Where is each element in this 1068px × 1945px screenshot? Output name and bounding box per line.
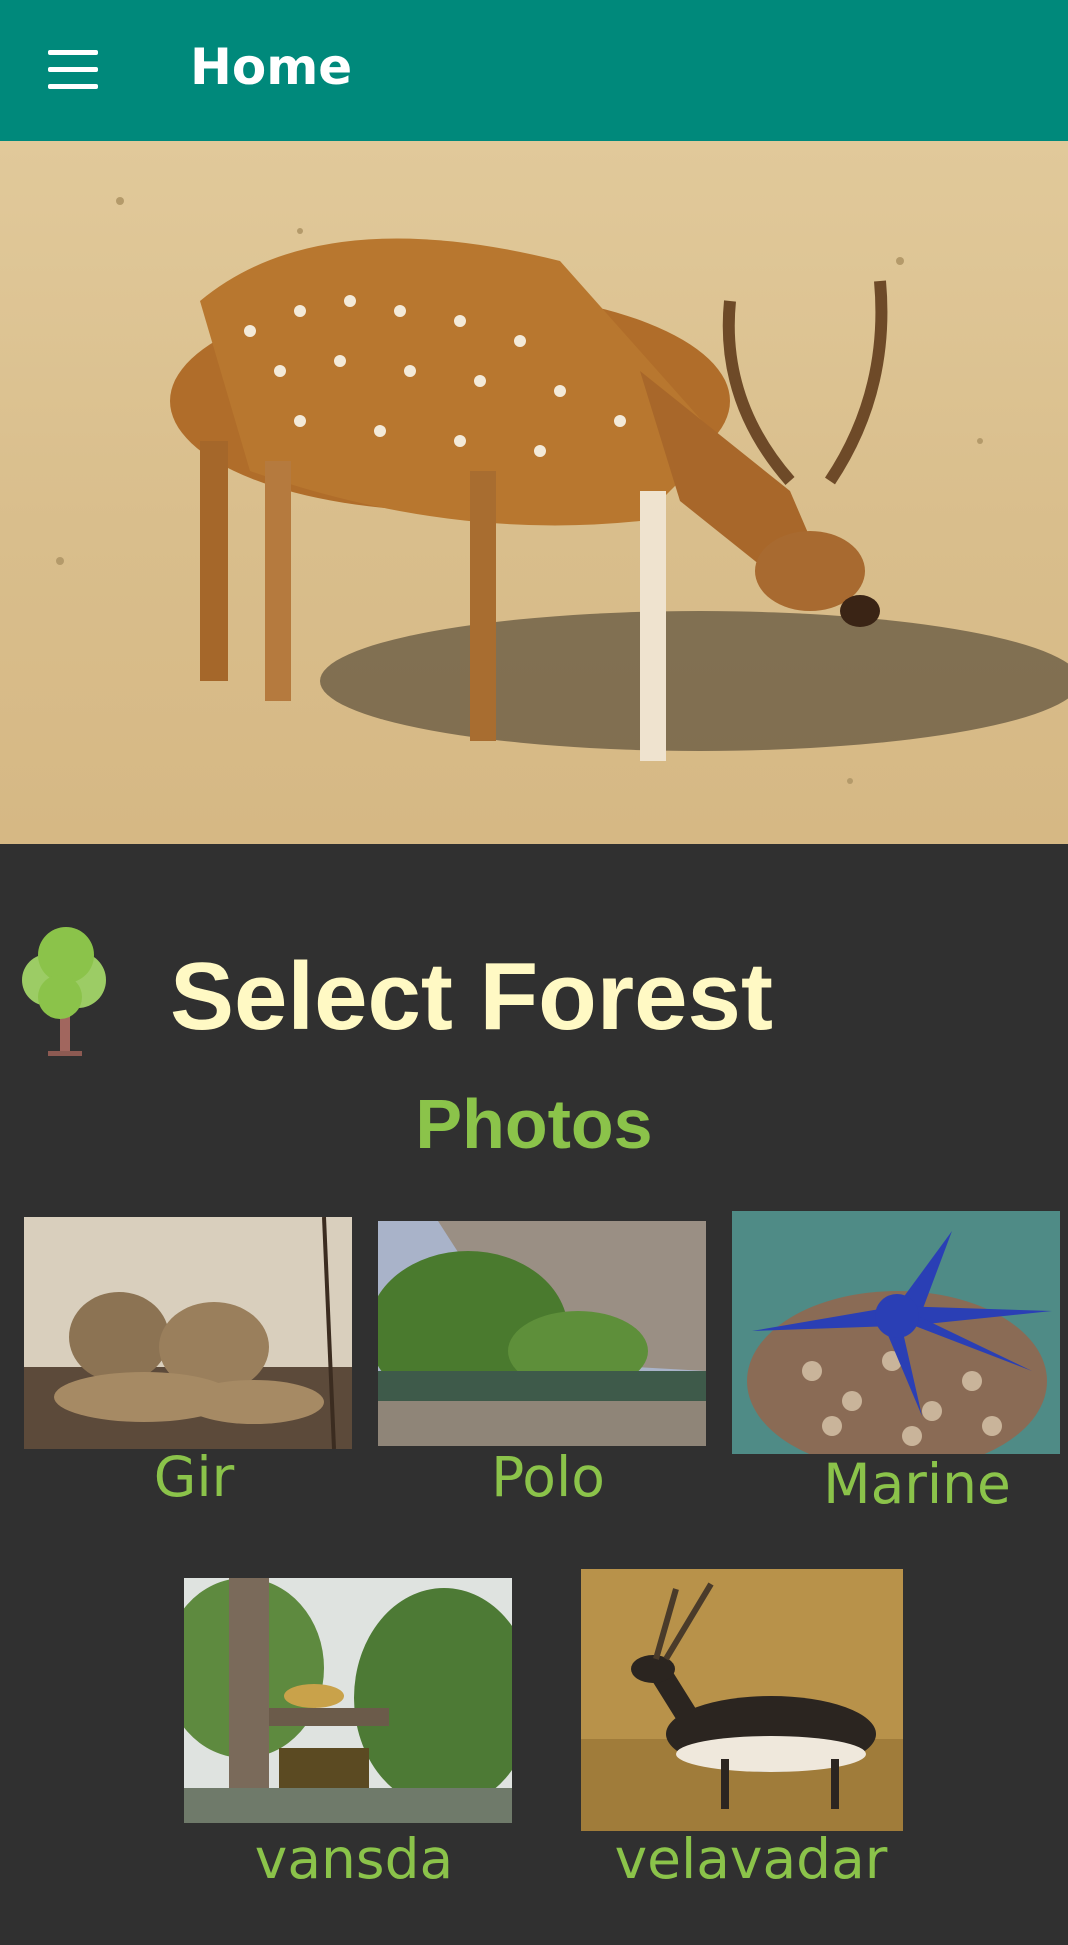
lions-photo[interactable] <box>24 1217 352 1449</box>
vansda-national-park-photo[interactable] <box>184 1578 512 1823</box>
app-bar: Home <box>0 0 1068 141</box>
blackbuck-photo[interactable] <box>581 1569 903 1831</box>
heading-title: Select Forest <box>170 943 773 1050</box>
forest-label[interactable]: Gir <box>24 1445 364 1509</box>
select-forest-heading: Select Forest <box>0 920 1068 1070</box>
starfish-photo[interactable] <box>732 1211 1060 1454</box>
forest-label[interactable]: vansda <box>184 1827 524 1891</box>
hamburger-menu-icon[interactable] <box>36 40 112 100</box>
tree-icon <box>22 927 106 1056</box>
page-title: Home <box>190 38 353 96</box>
hero-deer-image <box>0 141 1068 844</box>
forest-label[interactable]: Marine <box>812 1452 1022 1516</box>
forest-label[interactable]: Polo <box>378 1445 718 1509</box>
photos-subheading: Photos <box>415 1085 653 1163</box>
forest-river-photo[interactable] <box>378 1221 706 1446</box>
forest-label[interactable]: velavadar <box>581 1827 921 1891</box>
